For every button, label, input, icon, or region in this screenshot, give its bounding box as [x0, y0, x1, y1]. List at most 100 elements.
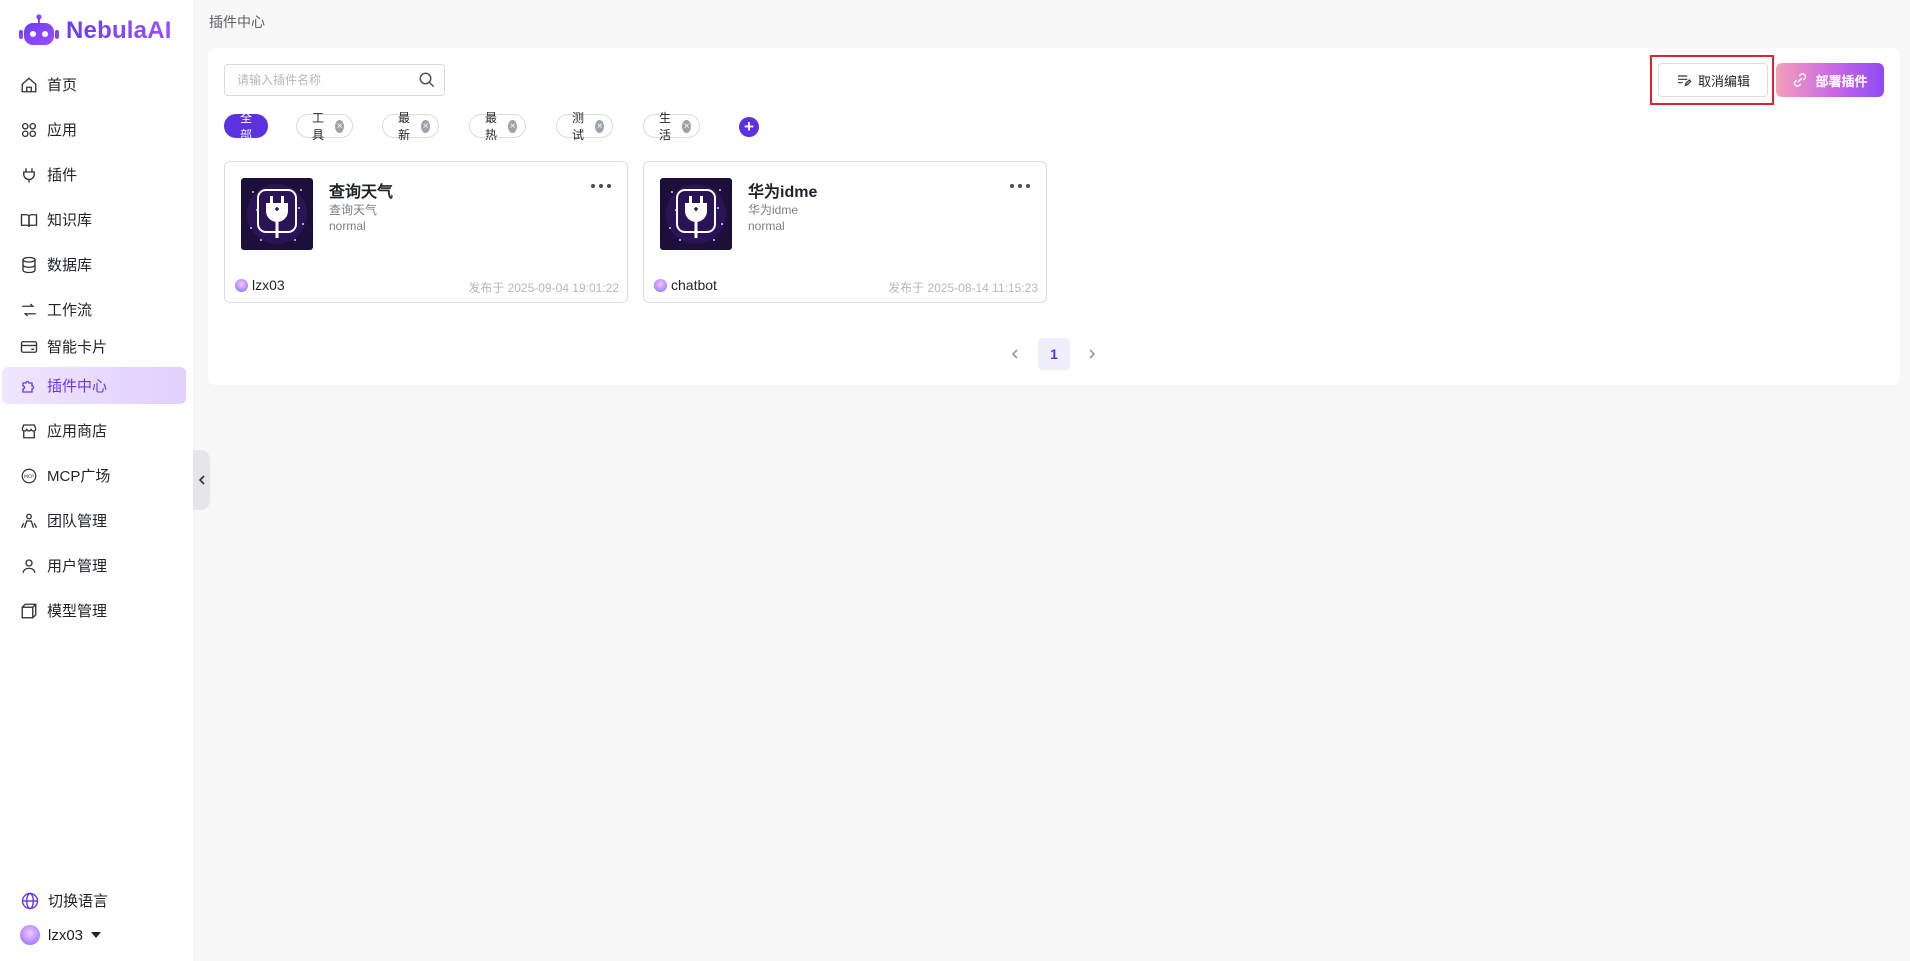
sidebar-item-plugins[interactable]: 插件	[2, 156, 186, 193]
tag-remove-icon[interactable]: ×	[595, 119, 605, 133]
sidebar-item-users[interactable]: 用户管理	[2, 547, 186, 584]
search-icon[interactable]	[418, 71, 436, 89]
card-icon	[19, 337, 39, 357]
chevron-right-icon	[1089, 349, 1096, 359]
tag-label: 生活	[659, 111, 672, 142]
search-box	[224, 64, 445, 96]
tag-tools[interactable]: 工具 ×	[296, 111, 354, 142]
tag-all[interactable]: 全部	[224, 111, 269, 142]
tag-label: 最热	[485, 111, 498, 142]
deploy-icon	[1794, 73, 1807, 87]
search-input[interactable]	[237, 73, 418, 87]
cancel-edit-button[interactable]: 取消编辑	[1658, 63, 1768, 97]
more-options-icon[interactable]	[1010, 180, 1030, 192]
plugin-author: lzx03	[235, 277, 285, 293]
database-icon	[19, 255, 39, 275]
tag-test[interactable]: 测试 ×	[556, 111, 614, 142]
plugin-title: 华为idme	[748, 184, 818, 201]
deploy-plugin-button[interactable]: 部署插件	[1776, 63, 1884, 97]
sidebar-item-apps[interactable]: 应用	[2, 111, 186, 148]
sidebar-item-knowledge[interactable]: 知识库	[2, 201, 186, 238]
plug-icon	[241, 178, 313, 250]
globe-icon	[20, 891, 40, 911]
tag-remove-icon[interactable]: ×	[682, 119, 692, 133]
book-icon	[19, 210, 39, 230]
author-name: chatbot	[671, 277, 717, 293]
sidebar-item-team[interactable]: 团队管理	[2, 502, 186, 539]
tag-remove-icon[interactable]: ×	[335, 119, 345, 133]
sidebar-item-home[interactable]: 首页	[2, 66, 186, 103]
tag-label: 工具	[312, 111, 325, 142]
sidebar-item-models[interactable]: 模型管理	[2, 592, 186, 629]
tag-label: 最新	[398, 111, 411, 142]
home-icon	[19, 75, 39, 95]
sidebar-item-label: 模型管理	[47, 603, 108, 620]
sidebar-item-label: 用户管理	[47, 558, 108, 575]
author-avatar	[235, 278, 248, 292]
puzzle-icon	[19, 376, 39, 396]
sidebar-item-label: 应用商店	[47, 423, 108, 440]
language-switch[interactable]: 切换语言	[20, 890, 108, 911]
user-icon	[19, 556, 39, 576]
sidebar-item-plugin-center[interactable]: 插件中心	[2, 367, 186, 404]
sidebar-item-label: 插件	[47, 167, 78, 184]
caret-down-icon	[91, 932, 102, 938]
user-avatar	[20, 925, 40, 945]
tag-label: 测试	[572, 111, 585, 142]
plus-icon: +	[744, 117, 754, 136]
author-name: lzx03	[252, 277, 285, 293]
plugin-thumbnail	[241, 178, 313, 250]
publish-date: 发布于 2025-08-14 11:15:23	[888, 281, 1038, 295]
sidebar-item-workflow[interactable]: 工作流	[2, 291, 186, 328]
sidebar-item-label: 知识库	[47, 212, 93, 229]
apps-grid-icon	[19, 120, 39, 140]
sidebar-item-mcp-square[interactable]: MCP MCP广场	[2, 457, 186, 494]
plugin-type: normal	[748, 219, 785, 233]
plugin-author: chatbot	[654, 277, 717, 293]
plugin-type: normal	[329, 219, 366, 233]
sidebar-collapse-button[interactable]	[193, 450, 210, 510]
sidebar-item-smart-card[interactable]: 智能卡片	[2, 328, 186, 365]
sidebar-item-label: 应用	[47, 122, 78, 139]
sidebar: NebulaAI 首页 应用 插件 知识库 数据库 工作流 智能卡片 插件中心 …	[0, 0, 193, 961]
tag-life[interactable]: 生活 ×	[643, 111, 701, 142]
sidebar-item-database[interactable]: 数据库	[2, 246, 186, 283]
sidebar-item-label: 智能卡片	[47, 339, 108, 356]
robot-logo-icon	[19, 14, 59, 45]
plugin-card[interactable]: 华为idme 华为idme normal chatbot 发布于 2025-08…	[643, 161, 1047, 303]
sidebar-item-label: 工作流	[47, 302, 93, 319]
language-switch-label: 切换语言	[48, 893, 109, 910]
sidebar-item-label: 团队管理	[47, 513, 108, 530]
prev-page-button[interactable]	[1005, 344, 1025, 364]
user-name: lzx03	[48, 926, 84, 944]
sidebar-item-label: 插件中心	[47, 378, 108, 395]
chevron-left-icon	[1011, 349, 1018, 359]
sidebar-item-app-store[interactable]: 应用商店	[2, 412, 186, 449]
mcp-icon: MCP	[19, 466, 39, 486]
edit-list-icon	[1677, 75, 1692, 87]
svg-text:MCP: MCP	[24, 473, 34, 479]
plugin-description: 华为idme	[748, 203, 799, 217]
team-icon	[19, 511, 39, 531]
page-number[interactable]: 1	[1038, 338, 1070, 370]
plugin-description: 查询天气	[329, 203, 378, 217]
deploy-plugin-label: 部署插件	[1815, 73, 1868, 89]
tag-remove-icon[interactable]: ×	[508, 119, 518, 133]
cube-icon	[19, 601, 39, 621]
cancel-edit-label: 取消编辑	[1697, 73, 1750, 89]
plugin-card[interactable]: 查询天气 查询天气 normal lzx03 发布于 2025-09-04 19…	[224, 161, 628, 303]
user-menu[interactable]: lzx03	[20, 925, 102, 945]
pagination: 1	[208, 338, 1900, 370]
more-options-icon[interactable]	[591, 180, 611, 192]
logo[interactable]: NebulaAI	[18, 13, 172, 49]
plug-icon	[19, 165, 39, 185]
add-tag-button[interactable]: +	[739, 117, 759, 137]
plugin-panel: 取消编辑 部署插件 全部 工具 × 最新 × 最热 × 测试 × 生活 ×	[208, 48, 1900, 385]
next-page-button[interactable]	[1082, 344, 1102, 364]
tag-latest[interactable]: 最新 ×	[382, 111, 440, 142]
tag-remove-icon[interactable]: ×	[421, 119, 431, 133]
tag-hottest[interactable]: 最热 ×	[469, 111, 527, 142]
plugin-thumbnail	[660, 178, 732, 250]
chevron-left-icon	[198, 475, 205, 485]
sidebar-item-label: 数据库	[47, 257, 93, 274]
